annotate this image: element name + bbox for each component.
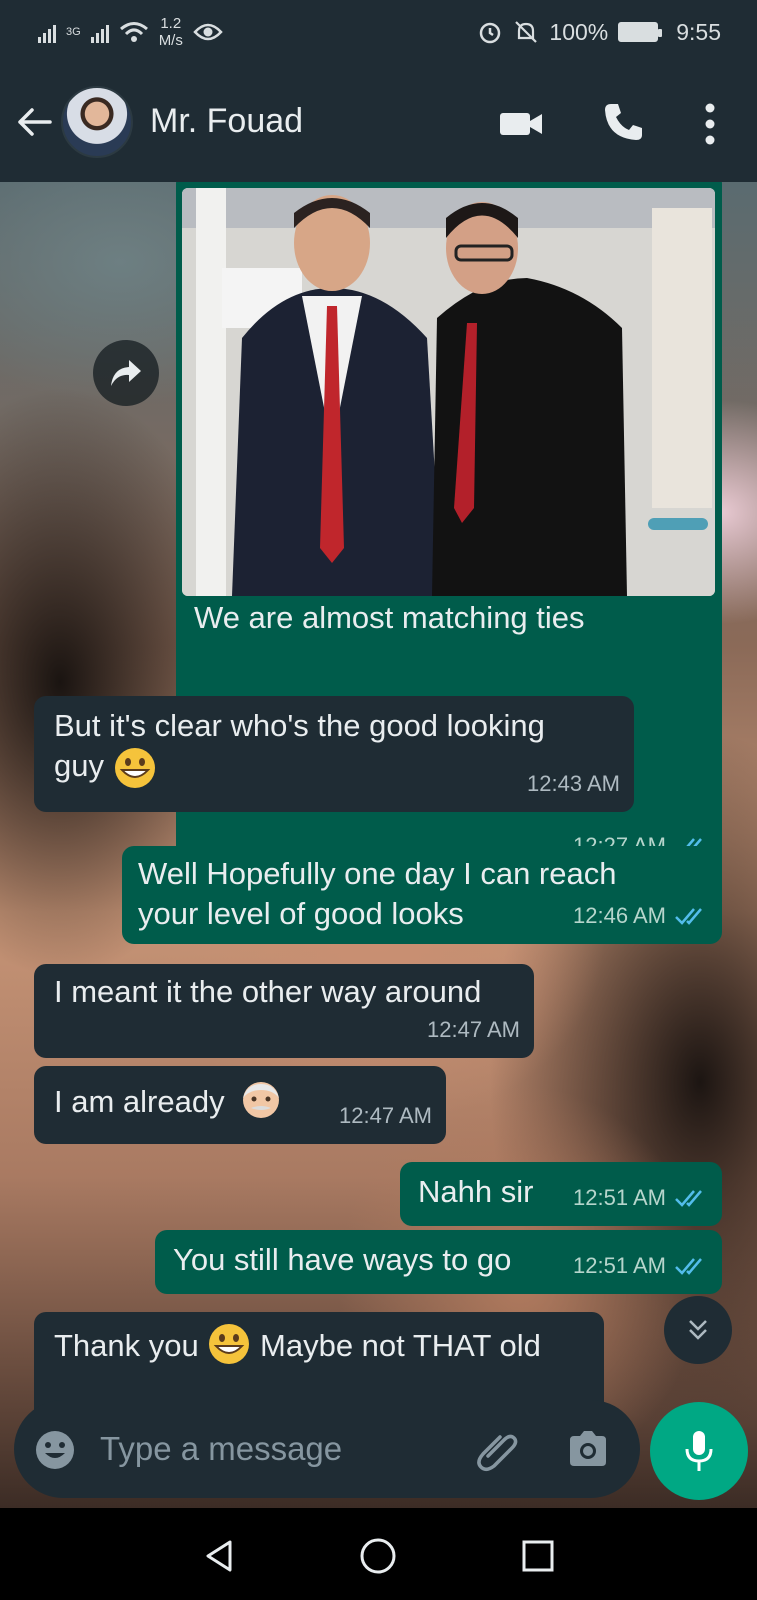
scroll-to-bottom-button[interactable] bbox=[664, 1296, 732, 1364]
photo-content bbox=[182, 188, 715, 596]
phone-icon[interactable] bbox=[601, 100, 645, 144]
read-ticks-icon bbox=[675, 1190, 702, 1207]
wifi-icon bbox=[119, 22, 148, 42]
mute-notifications-icon bbox=[515, 21, 538, 43]
signal-icon-2 bbox=[90, 21, 109, 43]
forward-icon[interactable] bbox=[93, 340, 159, 406]
incoming-message[interactable]: I meant it the other way around 12:47 AM bbox=[34, 964, 534, 1058]
message-meta: 12:51 AM bbox=[573, 1246, 708, 1286]
battery-icon bbox=[618, 22, 663, 42]
message-text: Maybe not THAT old bbox=[260, 1328, 541, 1363]
message-time: 12:43 AM bbox=[527, 771, 620, 796]
message-text-line: But it's clear who's the good looking bbox=[54, 708, 545, 743]
data-speed-value: 1.2 bbox=[160, 15, 182, 32]
alarm-icon bbox=[480, 22, 501, 44]
status-right: 100% 9:55 bbox=[477, 19, 721, 46]
message-text: I am already bbox=[54, 1084, 225, 1119]
data-speed: 1.2 M/s bbox=[159, 15, 183, 49]
message-text-line: Well Hopefully one day I can reach bbox=[138, 856, 617, 891]
system-navigation-bar bbox=[0, 1508, 757, 1600]
signal-icon bbox=[38, 21, 56, 43]
data-speed-unit: M/s bbox=[158, 32, 183, 49]
microphone-button[interactable] bbox=[650, 1402, 748, 1500]
read-ticks-icon bbox=[675, 908, 702, 925]
forward-arrow-glyph bbox=[111, 360, 141, 386]
grinning-face-emoji bbox=[209, 1323, 250, 1364]
nav-back-icon[interactable] bbox=[200, 1536, 240, 1576]
message-meta: 12:47 AM bbox=[427, 1010, 520, 1050]
nav-recents-icon[interactable] bbox=[518, 1536, 558, 1576]
clock: 9:55 bbox=[676, 18, 721, 45]
chat-area[interactable]: We are almost matching ties 12:27 AM But… bbox=[0, 182, 757, 1508]
message-text: I meant it the other way around bbox=[54, 974, 482, 1009]
outgoing-message[interactable]: Nahh sir 12:51 AM bbox=[400, 1162, 722, 1226]
more-options-icon[interactable] bbox=[700, 102, 720, 146]
status-bar: 3G 1.2 M/s 100% 9:55 bbox=[0, 0, 757, 64]
battery-percent: 100% bbox=[549, 18, 609, 45]
message-time: 12:51 AM bbox=[573, 1253, 666, 1278]
shared-photo[interactable] bbox=[182, 188, 715, 596]
message-meta: 12:46 AM bbox=[573, 896, 708, 936]
eye-icon bbox=[193, 23, 223, 41]
grinning-face-emoji bbox=[114, 748, 155, 788]
message-time: 12:47 AM bbox=[427, 1017, 520, 1042]
nav-home-icon[interactable] bbox=[358, 1536, 398, 1576]
message-time: 12:51 AM bbox=[573, 1185, 666, 1210]
double-chevron-down-icon bbox=[689, 1320, 707, 1340]
camera-icon[interactable] bbox=[566, 1428, 610, 1470]
image-caption: We are almost matching ties bbox=[194, 600, 585, 635]
message-meta: 12:47 AM bbox=[339, 1096, 432, 1136]
video-call-icon[interactable] bbox=[498, 108, 544, 140]
outgoing-message[interactable]: Well Hopefully one day I can reach your … bbox=[122, 846, 722, 944]
chat-header: Mr. Fouad bbox=[0, 64, 757, 182]
message-input[interactable] bbox=[100, 1426, 460, 1472]
contact-avatar[interactable] bbox=[61, 86, 133, 158]
read-ticks-icon bbox=[675, 1258, 702, 1275]
message-text-fragment: guy bbox=[54, 748, 104, 784]
back-arrow-icon[interactable] bbox=[14, 102, 54, 142]
microphone-icon bbox=[685, 1431, 713, 1471]
network-type: 3G bbox=[66, 25, 81, 38]
status-left: 3G 1.2 M/s bbox=[38, 15, 223, 49]
emoji-icon[interactable] bbox=[34, 1429, 76, 1471]
message-composer bbox=[14, 1400, 640, 1498]
incoming-message[interactable]: I am already 12:47 AM bbox=[34, 1066, 446, 1144]
old-man-emoji bbox=[243, 1081, 280, 1118]
outgoing-message[interactable]: You still have ways to go 12:51 AM bbox=[155, 1230, 722, 1294]
incoming-message[interactable]: But it's clear who's the good looking gu… bbox=[34, 696, 634, 812]
message-meta: 12:51 AM bbox=[573, 1178, 708, 1218]
message-text: Thank you bbox=[54, 1328, 199, 1363]
contact-name[interactable]: Mr. Fouad bbox=[150, 102, 303, 141]
message-time: 12:47 AM bbox=[339, 1103, 432, 1128]
message-time: 12:46 AM bbox=[573, 903, 666, 928]
message-meta: 12:43 AM bbox=[527, 764, 620, 804]
paperclip-icon[interactable] bbox=[474, 1426, 522, 1474]
